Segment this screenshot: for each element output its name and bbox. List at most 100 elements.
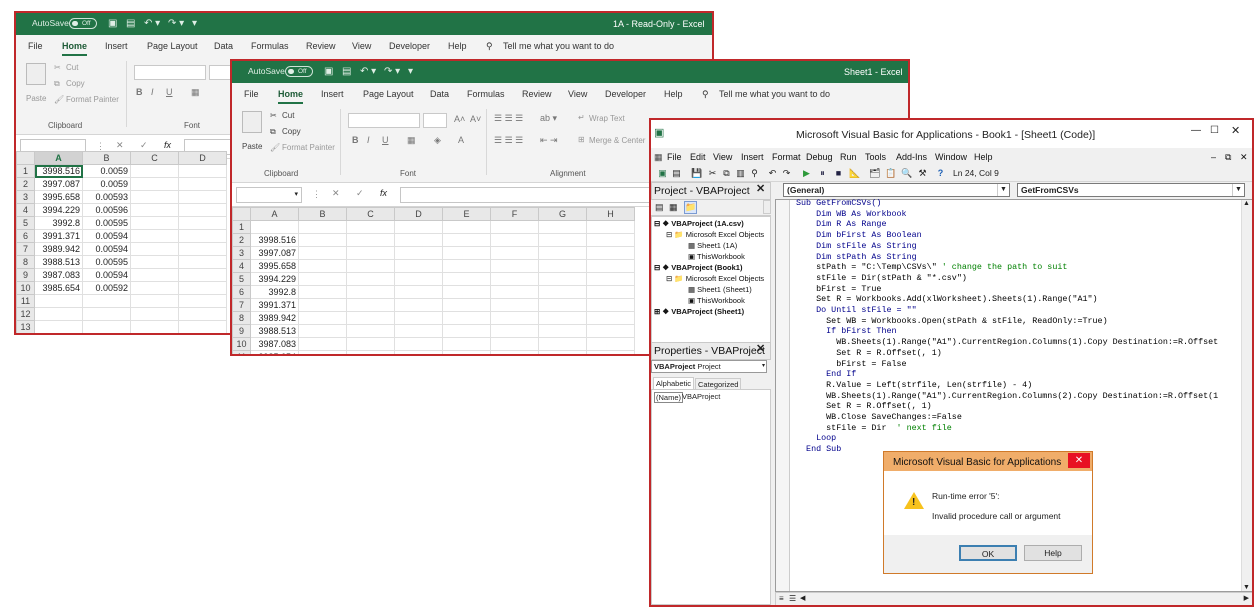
cell[interactable] xyxy=(442,246,491,260)
customize-qat-icon[interactable]: ▾ xyxy=(408,66,413,77)
cell[interactable] xyxy=(586,298,635,312)
tree-item[interactable]: ⊟ ❖ VBAProject (Book1) xyxy=(654,263,742,272)
cell-c[interactable] xyxy=(130,229,179,243)
bold-icon[interactable]: B xyxy=(352,135,359,145)
row-header[interactable]: 3 xyxy=(232,246,251,260)
cell-a[interactable] xyxy=(34,307,83,321)
scroll-left-icon[interactable]: ◀ xyxy=(800,594,805,602)
cell[interactable] xyxy=(298,311,347,325)
cut-icon[interactable]: ✂ xyxy=(54,63,61,72)
cell[interactable] xyxy=(394,337,443,351)
cell[interactable] xyxy=(442,324,491,338)
row-header[interactable]: 10 xyxy=(16,281,35,295)
menu-window[interactable]: Window xyxy=(935,152,967,162)
cell[interactable] xyxy=(442,350,491,354)
save-icon[interactable]: ▣ xyxy=(324,66,333,77)
tab-review[interactable]: Review xyxy=(306,41,336,51)
indent-icon[interactable]: ⇤ ⇥ xyxy=(540,135,558,146)
cell[interactable] xyxy=(586,233,635,247)
insert-function-icon[interactable]: fx xyxy=(380,188,387,198)
cell[interactable] xyxy=(538,298,587,312)
minimize-icon[interactable]: — xyxy=(1191,125,1201,136)
cancel-icon[interactable]: ✕ xyxy=(116,140,124,151)
row-header[interactable]: 11 xyxy=(232,350,251,354)
object-dropdown[interactable]: (General) ▼ xyxy=(783,183,1010,197)
file-icon[interactable]: ▤ xyxy=(126,18,135,29)
tab-view[interactable]: View xyxy=(568,89,587,99)
autosave-toggle[interactable]: Off xyxy=(69,18,97,29)
cell-a[interactable]: 3998.516 xyxy=(34,164,83,178)
cell[interactable] xyxy=(490,246,539,260)
cell[interactable] xyxy=(346,311,395,325)
paste-icon[interactable]: ▥ xyxy=(735,168,746,179)
cell[interactable] xyxy=(586,272,635,286)
properties-object-select[interactable]: VBAProject Project ▾ xyxy=(651,360,767,373)
merge-center-button[interactable]: Merge & Center xyxy=(589,136,645,145)
cell[interactable] xyxy=(346,298,395,312)
column-header[interactable]: H xyxy=(586,207,635,221)
row-header[interactable]: 3 xyxy=(16,190,35,204)
cell[interactable] xyxy=(346,272,395,286)
cell[interactable] xyxy=(298,259,347,273)
cell-b[interactable] xyxy=(82,307,131,321)
view-code-icon[interactable]: ▤ xyxy=(655,202,664,213)
row-header[interactable]: 8 xyxy=(232,311,251,325)
cell[interactable] xyxy=(346,324,395,338)
align-top-icon[interactable]: ☰ ☰ ☰ xyxy=(494,113,523,124)
cell[interactable] xyxy=(298,220,347,234)
cell-b[interactable]: 0.00595 xyxy=(82,255,131,269)
row-header[interactable]: 2 xyxy=(232,233,251,247)
cell[interactable] xyxy=(394,324,443,338)
menu-insert[interactable]: Insert xyxy=(741,152,764,162)
cell-a[interactable] xyxy=(34,320,83,333)
cell[interactable] xyxy=(394,285,443,299)
format-painter-button[interactable]: Format Painter xyxy=(282,143,335,152)
cell[interactable] xyxy=(538,272,587,286)
row-header[interactable]: 5 xyxy=(232,272,251,286)
font-color-icon[interactable]: A xyxy=(458,135,464,145)
cell-b[interactable]: 0.00594 xyxy=(82,242,131,256)
cell[interactable] xyxy=(346,259,395,273)
column-header[interactable]: E xyxy=(442,207,491,221)
cell-a[interactable]: 3997.087 xyxy=(34,177,83,191)
cell[interactable] xyxy=(442,285,491,299)
copy-icon[interactable]: ⧉ xyxy=(721,168,732,179)
tab-alphabetic[interactable]: Alphabetic xyxy=(653,377,695,389)
full-module-view-icon[interactable]: ☰ xyxy=(789,594,796,603)
toggle-folders-icon[interactable]: 📁 xyxy=(684,201,698,214)
merge-center-icon[interactable]: ⊞ xyxy=(578,135,585,144)
cell-a[interactable]: 3991.371 xyxy=(34,229,83,243)
cell-d[interactable] xyxy=(178,242,227,256)
cell-a[interactable]: 3991.371 xyxy=(250,298,299,312)
menu-edit[interactable]: Edit xyxy=(690,152,706,162)
cell-b[interactable] xyxy=(82,320,131,333)
tree-item[interactable]: ⊟ 📁 Microsoft Excel Objects xyxy=(666,274,764,283)
ok-button[interactable]: OK xyxy=(959,545,1017,561)
enter-icon[interactable]: ✓ xyxy=(140,140,148,151)
row-header[interactable]: 1 xyxy=(232,220,251,234)
cell-b[interactable]: 0.00593 xyxy=(82,190,131,204)
cell-b[interactable] xyxy=(82,294,131,308)
cell[interactable] xyxy=(394,311,443,325)
undo-icon[interactable]: ↶ ▾ xyxy=(144,18,160,29)
cell-b[interactable]: 0.00592 xyxy=(82,281,131,295)
cell-b[interactable]: 0.00596 xyxy=(82,203,131,217)
cell-d[interactable] xyxy=(178,216,227,230)
column-header[interactable]: C xyxy=(130,151,179,165)
close-icon[interactable]: ✕ xyxy=(1231,124,1240,137)
borders-icon[interactable]: ▦ xyxy=(191,87,200,98)
row-header[interactable]: 1 xyxy=(16,164,35,178)
cell[interactable] xyxy=(538,350,587,354)
cell[interactable] xyxy=(490,311,539,325)
cell-a[interactable] xyxy=(250,220,299,234)
save-icon[interactable]: 💾 xyxy=(691,168,702,179)
property-name-value[interactable]: VBAProject xyxy=(682,392,720,401)
cell-b[interactable]: 0.0059 xyxy=(82,177,131,191)
redo-icon[interactable]: ↷ xyxy=(781,168,792,179)
cell-d[interactable] xyxy=(178,229,227,243)
cell[interactable] xyxy=(538,259,587,273)
cell[interactable] xyxy=(490,285,539,299)
cell[interactable] xyxy=(298,350,347,354)
cell[interactable] xyxy=(586,311,635,325)
cell-a[interactable]: 3989.942 xyxy=(34,242,83,256)
